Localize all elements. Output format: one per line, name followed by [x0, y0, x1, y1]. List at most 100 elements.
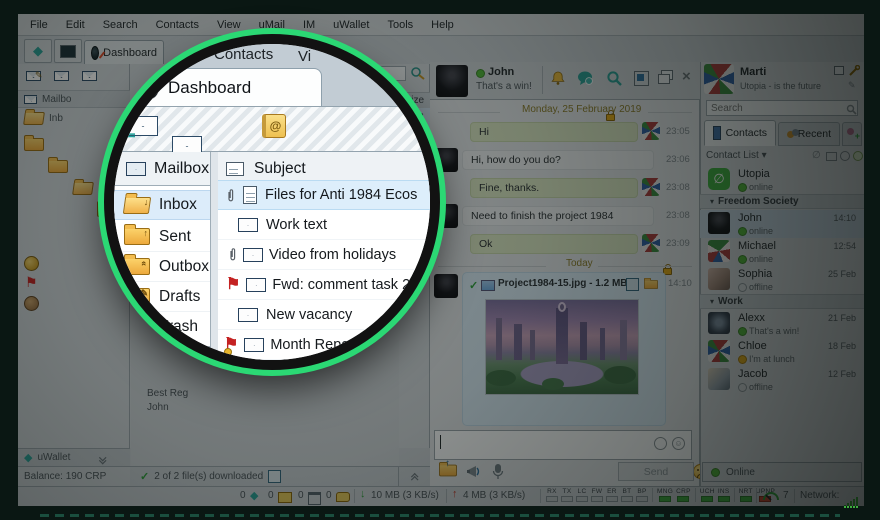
secure-chat-button[interactable]: [577, 70, 594, 91]
compose-mail-button[interactable]: ✎: [26, 68, 43, 86]
clock-icon[interactable]: [840, 151, 850, 161]
menu-edit[interactable]: Edit: [66, 19, 85, 31]
chat-search-button[interactable]: [606, 70, 622, 91]
reply-button[interactable]: ⇐: [123, 116, 158, 143]
send-button[interactable]: Send: [618, 462, 694, 481]
contact-row-chloe[interactable]: Chloe I'm at lunch 18 Feb: [700, 338, 864, 366]
pen-icon: ✎: [35, 70, 43, 80]
chat-message-own[interactable]: Hi: [470, 122, 638, 142]
copy-icon[interactable]: [834, 66, 844, 75]
text-caret: [440, 435, 441, 449]
sent-folder-icon[interactable]: [24, 135, 44, 151]
contact-row-sophia[interactable]: Sophia offline 25 Feb: [700, 266, 864, 294]
contact-avatar: [708, 340, 730, 362]
mail-row-1[interactable]: Work text: [218, 210, 430, 240]
drafts-folder-icon[interactable]: [71, 182, 94, 195]
mail-row-5[interactable]: ⚑ Month Report: [218, 330, 430, 360]
preview-signature: Best Reg: [147, 388, 189, 399]
user-status[interactable]: Utopia - is the future: [740, 81, 821, 91]
menu-view[interactable]: View: [217, 19, 241, 31]
floppy-icon[interactable]: [268, 470, 282, 483]
separator: [354, 489, 355, 503]
uwallet-bar[interactable]: ◆ uWallet: [18, 448, 130, 466]
chat-peer-avatar[interactable]: [436, 65, 468, 97]
save-file-icon[interactable]: [626, 278, 639, 291]
menu-help[interactable]: Help: [431, 19, 454, 31]
settings-button[interactable]: [848, 64, 861, 82]
im-filter-icon[interactable]: [826, 152, 837, 161]
folder-row-drafts[interactable]: ✎ Drafts: [114, 282, 210, 312]
menu-uwallet[interactable]: uWallet: [333, 19, 369, 31]
group-freedom-society[interactable]: ▾ Freedom Society: [700, 194, 864, 209]
contact-row-john[interactable]: John online 14:10: [700, 210, 864, 238]
user-avatar[interactable]: [704, 64, 734, 94]
menu-file[interactable]: File: [30, 19, 48, 31]
menu-umail[interactable]: uMail: [259, 19, 285, 31]
contact-row-utopia[interactable]: ∅ Utopia online: [700, 166, 864, 194]
menu-im[interactable]: IM: [303, 19, 315, 31]
close-chat-button[interactable]: ×: [682, 68, 691, 85]
menu-search[interactable]: Search: [103, 19, 138, 31]
chat-message-their[interactable]: Hi, how do you do?: [462, 150, 654, 170]
key-icon[interactable]: [853, 151, 863, 161]
tower: [580, 322, 587, 360]
mail-button-2[interactable]: [54, 68, 69, 86]
lens-mailbox-header[interactable]: Mailbox: [114, 152, 210, 186]
image-preview-utopian-city[interactable]: [485, 299, 639, 395]
contact-row-jacob[interactable]: Jacob offline 12 Feb: [700, 366, 864, 394]
anonymous-icon[interactable]: [654, 437, 667, 450]
voice-button[interactable]: [492, 463, 504, 485]
separator: [540, 489, 541, 503]
coin-icon[interactable]: [24, 256, 39, 271]
file-message-bubble[interactable]: ✓ Project1984-15.jpg - 1.2 MB: [462, 272, 666, 426]
chat-message-own[interactable]: Fine, thanks.: [470, 178, 638, 198]
magnifier-lens: Search Contacts Vi Dashboard ⇐ ⇒ ✗ @ Mai…: [104, 34, 440, 370]
lens-tab-contacts[interactable]: Contacts: [214, 46, 273, 63]
menu-contacts[interactable]: Contacts: [156, 19, 199, 31]
mail-row-3[interactable]: ⚑ Fwd: comment task 2: [218, 270, 430, 300]
address-book-button[interactable]: @: [262, 114, 286, 138]
open-folder-icon[interactable]: [644, 277, 658, 290]
lens-tab-dashboard[interactable]: Dashboard: [122, 68, 322, 106]
mail-row-4[interactable]: New vacancy: [218, 300, 430, 330]
send-file-button[interactable]: ↑: [438, 458, 458, 482]
lens-tab-view[interactable]: Vi: [298, 48, 311, 65]
media-button[interactable]: [634, 71, 649, 86]
contacts-search-input[interactable]: [706, 100, 858, 116]
mail-button-3[interactable]: [82, 68, 97, 86]
mail-subject: Fwd: comment task 2: [272, 276, 411, 293]
smiley-icon[interactable]: ☺: [672, 437, 685, 450]
cookie-icon[interactable]: [24, 296, 39, 311]
collapse-segment[interactable]: [398, 466, 430, 486]
presence-selector[interactable]: Online: [702, 462, 862, 482]
mail-row-0[interactable]: Files for Anti 1984 Ecos: [218, 180, 430, 210]
group-work[interactable]: ▾ Work: [700, 294, 864, 309]
menu-tools[interactable]: Tools: [387, 19, 413, 31]
lens-tab-search[interactable]: Search: [140, 44, 188, 61]
contact-row-alexx[interactable]: Alexx That's a win! 21 Feb: [700, 310, 864, 338]
outbox-folder-icon[interactable]: [48, 157, 69, 173]
led-uch: UCH: [700, 488, 715, 502]
im-toolbar-button[interactable]: [54, 39, 82, 63]
contact-row-michael[interactable]: Michael online 12:54: [700, 238, 864, 266]
chat-message-their[interactable]: Need to finish the project 1984: [462, 206, 654, 226]
chat-message-own[interactable]: Ok: [470, 234, 638, 254]
notifications-button[interactable]: [550, 70, 566, 91]
folder-row-sent[interactable]: ↑ Sent: [114, 222, 210, 252]
sidebar-item-inbox[interactable]: Inb: [23, 112, 63, 125]
broadcast-button[interactable]: [466, 464, 483, 484]
wallet-toolbar-button[interactable]: ◆: [24, 39, 52, 63]
envelope-icon: [243, 247, 263, 262]
folder-row-outbox[interactable]: » Outbox: [114, 252, 210, 282]
add-contact-button[interactable]: +: [842, 122, 862, 146]
folder-row-trash[interactable]: Trash: [114, 312, 210, 342]
chat-input[interactable]: ☺: [434, 430, 692, 460]
tab-contacts[interactable]: Contacts: [704, 120, 776, 146]
contact-list-dropdown[interactable]: Contact List ▾: [706, 150, 767, 161]
mail-row-2[interactable]: Video from holidays: [218, 240, 430, 270]
folder-row-inbox[interactable]: ↓ Inbox: [114, 190, 210, 220]
inbox-folder-icon: ↓: [122, 196, 152, 214]
flag-icon[interactable]: ⚑: [25, 275, 38, 289]
hide-offline-icon[interactable]: ∅: [812, 150, 821, 161]
tab-recent[interactable]: Recent: [778, 122, 840, 146]
